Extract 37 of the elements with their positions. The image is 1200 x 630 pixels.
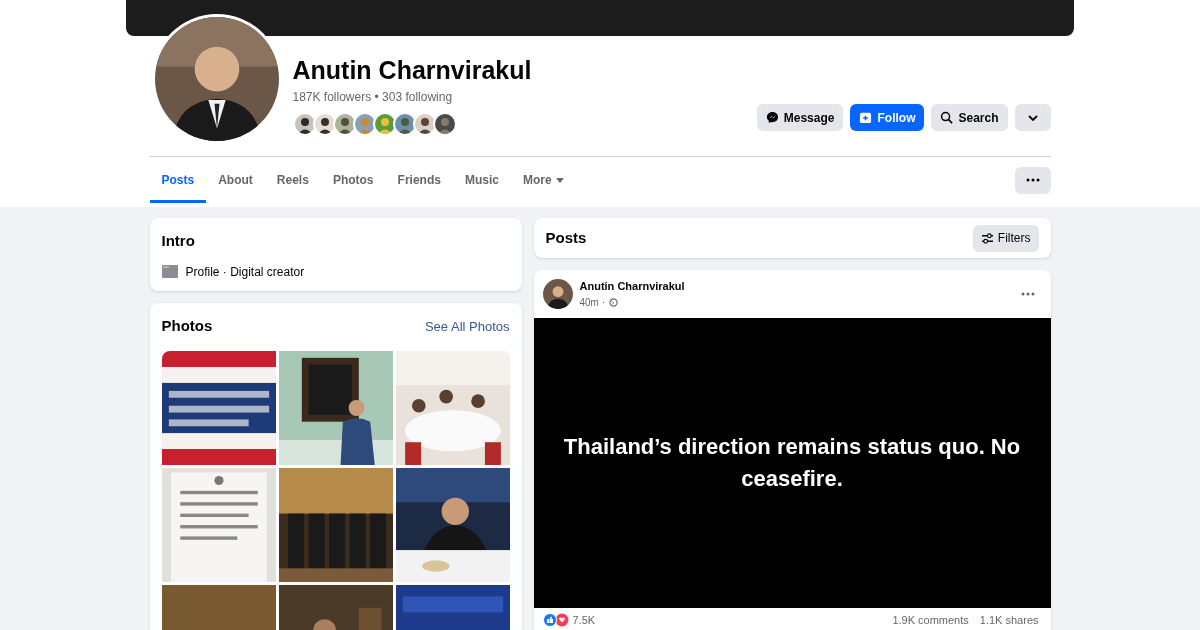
profile-tab[interactable]: More [510, 157, 576, 203]
search-button[interactable]: Search [931, 104, 1008, 131]
more-options-button[interactable] [1014, 166, 1051, 194]
messenger-icon [765, 111, 779, 124]
intro-text: Profile · Digital creator [185, 263, 305, 281]
share-count[interactable]: 1.1K shares [979, 611, 1039, 629]
author-name[interactable]: Anutin Charnvirakul [579, 278, 685, 295]
folder-icon [161, 265, 178, 278]
comment-count[interactable]: 1.9K comments [892, 611, 969, 629]
follow-icon [859, 111, 873, 124]
more-icon[interactable] [1020, 292, 1035, 296]
search-icon [940, 111, 954, 124]
post-time: 40m · [579, 295, 606, 310]
reactions-icon [542, 613, 569, 627]
chevron-down-icon [1027, 114, 1038, 121]
reaction-count[interactable]: 7.5K [572, 611, 596, 629]
see-all-photos-link[interactable]: See All Photos [424, 316, 510, 336]
globe-icon [609, 297, 619, 307]
profile-tab[interactable]: Reels [264, 157, 321, 203]
card-title: Intro [161, 231, 196, 251]
card-title: Posts [545, 227, 587, 248]
dropdown-button[interactable] [1014, 104, 1051, 131]
profile-tab[interactable]: Friends [385, 157, 453, 203]
profile-tab[interactable]: Photos [320, 157, 386, 203]
filters-button[interactable]: Filters [972, 224, 1039, 252]
profile-tab[interactable]: Posts [149, 157, 207, 203]
follower-stats: 187K followers • 303 following [292, 89, 454, 106]
filter-icon [980, 232, 994, 244]
profile-name: Anutin Charnvirakul [292, 55, 532, 86]
profile-tab[interactable]: About [206, 157, 265, 203]
post-text: Thailand’s direction remains status quo. No ceasefire. [562, 433, 1022, 493]
message-button[interactable]: Message [756, 104, 844, 131]
profile-tab[interactable]: Music [452, 157, 511, 203]
more-icon [1025, 178, 1040, 182]
follow-button[interactable]: Follow [850, 104, 925, 131]
author-avatar[interactable] [542, 279, 573, 309]
card-title: Photos [161, 316, 213, 336]
